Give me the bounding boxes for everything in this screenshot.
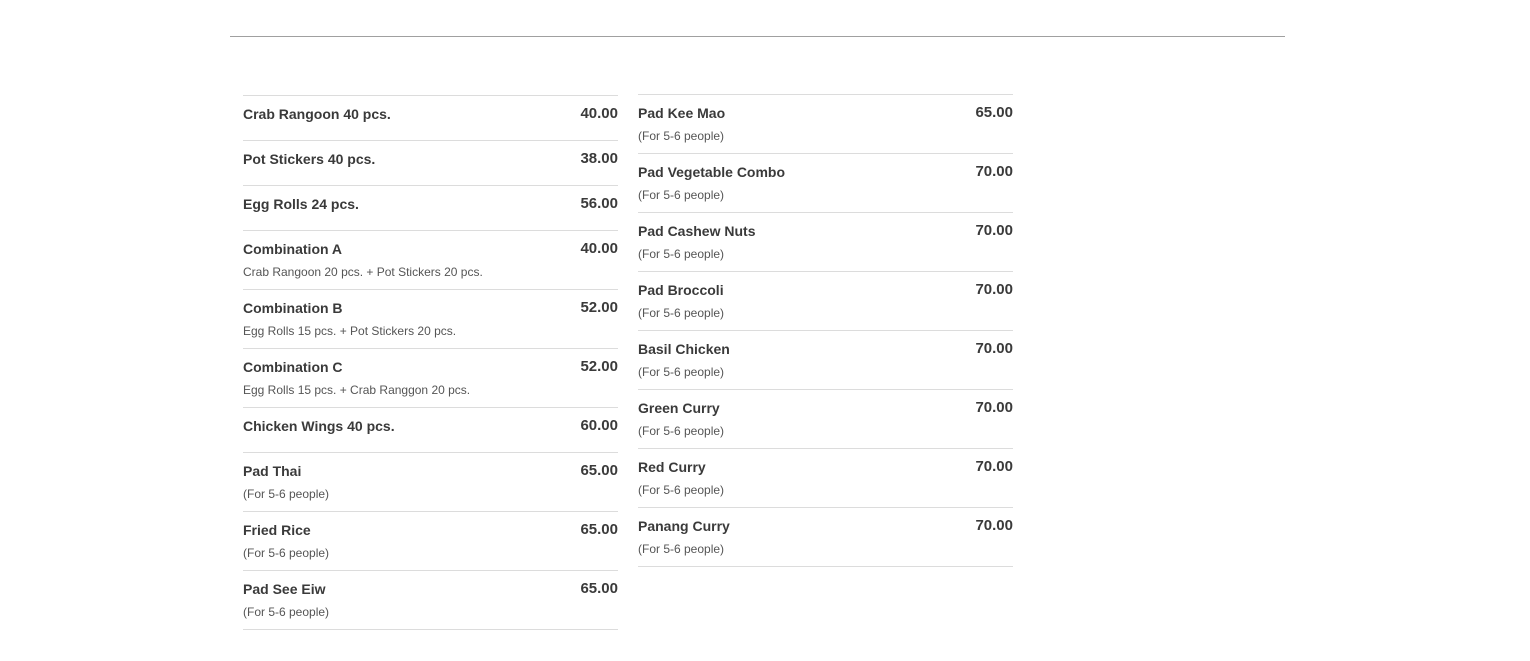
item-name: Crab Rangoon 40 pcs. — [243, 106, 391, 122]
item-name: Red Curry — [638, 459, 706, 475]
menu-item: Combination A 40.00 Crab Rangoon 20 pcs. +… — [243, 231, 618, 290]
menu-item: Pad Vegetable Combo 70.00 (For 5-6 people) — [638, 154, 1013, 213]
item-description: Crab Rangoon 20 pcs. + Pot Stickers 20 p… — [243, 265, 483, 279]
item-description: (For 5-6 people) — [638, 365, 725, 379]
item-price: 70.00 — [975, 281, 1013, 298]
item-name: Fried Rice — [243, 522, 311, 538]
menu-item: Combination C 52.00 Egg Rolls 15 pcs. + Cr… — [243, 349, 618, 408]
item-price: 70.00 — [975, 458, 1013, 475]
menu-item: Pad Cashew Nuts 70.00 (For 5-6 people) — [638, 213, 1013, 272]
top-divider — [230, 36, 1285, 37]
item-name: Egg Rolls 24 pcs. — [243, 196, 359, 212]
item-name: Pad Broccoli — [638, 282, 724, 298]
item-price: 40.00 — [580, 105, 618, 122]
item-name: Pad Kee Mao — [638, 105, 726, 121]
menu-item: Pad See Eiw 65.00 (For 5-6 people) — [243, 571, 618, 630]
item-name: Pad Vegetable Combo — [638, 164, 786, 180]
menu-item: Panang Curry 70.00 (For 5-6 people) — [638, 508, 1013, 567]
menu-column-right: Pad Kee Mao 65.00 (For 5-6 people) Pad Vege… — [638, 94, 1013, 567]
menu-item: Pad Kee Mao 65.00 (For 5-6 people) — [638, 95, 1013, 154]
item-name: Basil Chicken — [638, 341, 730, 357]
item-price: 65.00 — [580, 521, 618, 538]
menu-item: Red Curry 70.00 (For 5-6 people) — [638, 449, 1013, 508]
item-description: (For 5-6 people) — [638, 542, 725, 556]
menu-item: Green Curry 70.00 (For 5-6 people) — [638, 390, 1013, 449]
item-price: 38.00 — [580, 150, 618, 167]
item-price: 70.00 — [975, 517, 1013, 534]
item-description: (For 5-6 people) — [638, 483, 725, 497]
item-price: 70.00 — [975, 222, 1013, 239]
menu-item: Pot Stickers 40 pcs. 38.00 — [243, 141, 618, 186]
item-name: Chicken Wings 40 pcs. — [243, 418, 395, 434]
menu-item: Egg Rolls 24 pcs. 56.00 — [243, 186, 618, 231]
item-name: Combination B — [243, 300, 343, 316]
item-description: (For 5-6 people) — [243, 546, 330, 560]
menu-item: Chicken Wings 40 pcs. 60.00 — [243, 408, 618, 453]
item-name: Pad See Eiw — [243, 581, 326, 597]
menu-item: Basil Chicken 70.00 (For 5-6 people) — [638, 331, 1013, 390]
item-name: Combination A — [243, 241, 343, 257]
item-description: (For 5-6 people) — [638, 424, 725, 438]
item-price: 65.00 — [975, 104, 1013, 121]
item-description: (For 5-6 people) — [243, 605, 330, 619]
item-name: Pad Cashew Nuts — [638, 223, 756, 239]
item-price: 56.00 — [580, 195, 618, 212]
item-price: 52.00 — [580, 358, 618, 375]
item-price: 70.00 — [975, 399, 1013, 416]
item-description: (For 5-6 people) — [638, 306, 725, 320]
menu-column-left: Crab Rangoon 40 pcs. 40.00 Pot Stickers 40… — [243, 95, 618, 630]
item-price: 70.00 — [975, 340, 1013, 357]
item-description: (For 5-6 people) — [638, 247, 725, 261]
item-description: (For 5-6 people) — [638, 129, 725, 143]
item-name: Combination C — [243, 359, 343, 375]
item-price: 52.00 — [580, 299, 618, 316]
item-name: Panang Curry — [638, 518, 730, 534]
item-price: 60.00 — [580, 417, 618, 434]
menu-item: Fried Rice 65.00 (For 5-6 people) — [243, 512, 618, 571]
item-price: 40.00 — [580, 240, 618, 257]
item-price: 65.00 — [580, 580, 618, 597]
item-price: 70.00 — [975, 163, 1013, 180]
item-description: (For 5-6 people) — [243, 487, 330, 501]
item-description: Egg Rolls 15 pcs. + Pot Stickers 20 pcs. — [243, 324, 457, 338]
item-name: Pot Stickers 40 pcs. — [243, 151, 376, 167]
item-price: 65.00 — [580, 462, 618, 479]
menu-item: Crab Rangoon 40 pcs. 40.00 — [243, 96, 618, 141]
item-name: Pad Thai — [243, 463, 302, 479]
menu-item: Pad Broccoli 70.00 (For 5-6 people) — [638, 272, 1013, 331]
item-name: Green Curry — [638, 400, 720, 416]
item-description: (For 5-6 people) — [638, 188, 725, 202]
item-description: Egg Rolls 15 pcs. + Crab Ranggon 20 pcs. — [243, 383, 471, 397]
menu-item: Pad Thai 65.00 (For 5-6 people) — [243, 453, 618, 512]
menu-item: Combination B 52.00 Egg Rolls 15 pcs. + Po… — [243, 290, 618, 349]
